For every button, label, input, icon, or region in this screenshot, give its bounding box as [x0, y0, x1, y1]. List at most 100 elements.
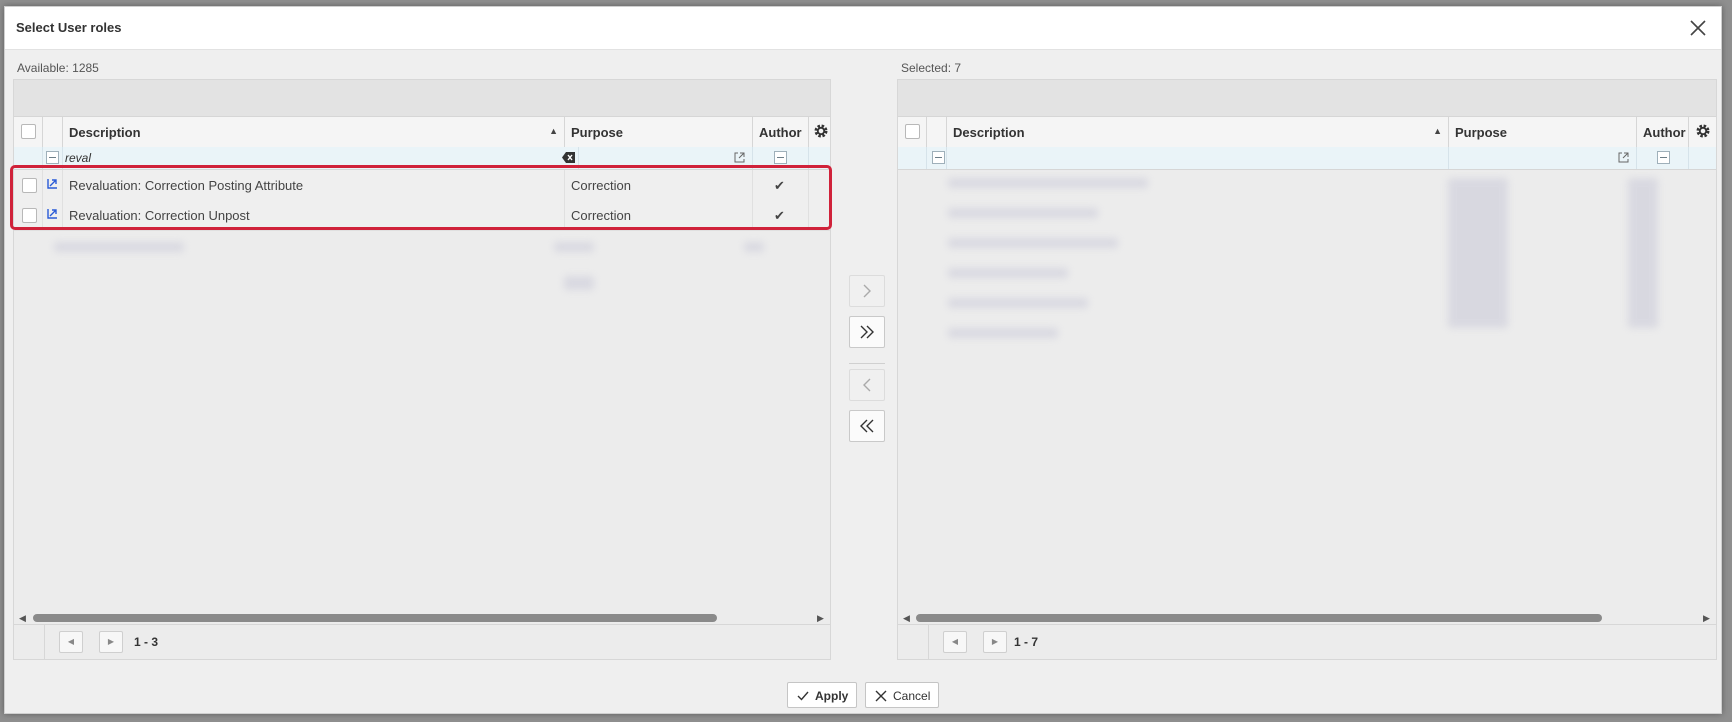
author-cell: ✔	[753, 170, 809, 200]
move-right-button[interactable]	[849, 275, 885, 307]
grid-toolbar	[898, 80, 1716, 116]
scroll-thumb[interactable]	[916, 614, 1602, 622]
filter-cell-icon	[927, 147, 947, 169]
move-all-left-button[interactable]	[849, 410, 885, 442]
blurred-content	[44, 236, 824, 296]
scroll-right-arrow[interactable]: ▶	[1703, 613, 1710, 624]
checkmark-icon: ✔	[774, 208, 785, 223]
row-checkbox[interactable]	[22, 208, 37, 223]
role-link-icon[interactable]	[47, 208, 58, 219]
description-column-header[interactable]: Description ▲	[947, 117, 1449, 147]
close-icon	[1690, 20, 1706, 36]
description-filter-cell	[947, 147, 1449, 169]
table-row[interactable]: Revaluation: Correction Posting Attribut…	[14, 170, 830, 201]
scroll-left-arrow[interactable]: ◀	[19, 613, 26, 624]
purpose-header-label: Purpose	[1455, 125, 1508, 140]
previous-page-button[interactable]: ◀	[59, 631, 83, 653]
description-column-header[interactable]: Description ▲	[63, 117, 565, 147]
apply-label: Apply	[815, 689, 849, 703]
available-count: Available: 1285	[17, 61, 99, 75]
dialog-title: Select User roles	[16, 20, 122, 35]
description-filter-cell	[63, 147, 579, 169]
close-button[interactable]	[1685, 15, 1711, 41]
select-all-checkbox[interactable]	[21, 124, 36, 139]
scroll-left-arrow[interactable]: ◀	[903, 613, 910, 624]
pager-divider	[44, 625, 45, 659]
purpose-column-header[interactable]: Purpose	[565, 117, 753, 147]
purpose-cell: Correction	[565, 200, 753, 230]
checkmark-icon: ✔	[774, 178, 785, 193]
filter-row	[14, 147, 830, 170]
role-link-icon[interactable]	[47, 178, 58, 189]
blurred-content	[928, 170, 1708, 370]
scroll-right-arrow[interactable]: ▶	[817, 613, 824, 624]
pager-range: 1 - 3	[134, 635, 159, 649]
grid-header: Description ▲ Purpose Author	[898, 116, 1716, 148]
dialog-header: Select User roles	[5, 7, 1721, 50]
author-filter-toggle[interactable]	[774, 151, 787, 164]
transfer-separator	[849, 363, 885, 364]
scroll-thumb[interactable]	[33, 614, 717, 622]
select-all-cell	[14, 117, 43, 147]
double-chevron-right-icon	[860, 325, 874, 339]
filter-operator-toggle[interactable]	[46, 151, 59, 164]
table-row[interactable]: Revaluation: Correction Unpost Correctio…	[14, 200, 830, 231]
selected-grid: Description ▲ Purpose Author ◀ ▶ ◀ ▶ 1 -…	[897, 79, 1717, 660]
description-cell: Revaluation: Correction Posting Attribut…	[63, 170, 565, 200]
clear-filter-icon[interactable]	[562, 152, 575, 163]
gear-icon[interactable]	[813, 123, 829, 139]
gear-icon[interactable]	[1695, 123, 1711, 139]
chevron-right-icon	[863, 284, 871, 298]
cancel-button[interactable]: Cancel	[865, 682, 939, 708]
filter-row	[898, 147, 1716, 170]
select-all-checkbox[interactable]	[905, 124, 920, 139]
row-select-cell	[14, 200, 43, 230]
previous-page-button[interactable]: ◀	[943, 631, 967, 653]
author-filter-cell	[753, 147, 809, 169]
sort-ascending-icon: ▲	[549, 126, 558, 136]
double-chevron-left-icon	[860, 419, 874, 433]
author-header-label: Author	[1643, 125, 1686, 140]
row-checkbox[interactable]	[22, 178, 37, 193]
selected-count: Selected: 7	[901, 61, 962, 75]
cancel-label: Cancel	[893, 689, 931, 703]
next-page-button[interactable]: ▶	[99, 631, 123, 653]
description-filter-input[interactable]	[65, 150, 545, 166]
description-header-label: Description	[69, 125, 141, 140]
description-cell: Revaluation: Correction Unpost	[63, 200, 565, 230]
purpose-column-header[interactable]: Purpose	[1449, 117, 1637, 147]
move-all-right-button[interactable]	[849, 316, 885, 348]
next-page-button[interactable]: ▶	[983, 631, 1007, 653]
available-grid: Description ▲ Purpose Author reval Reval…	[10, 79, 832, 660]
apply-button[interactable]: Apply	[787, 682, 857, 708]
sort-ascending-icon: ▲	[1433, 126, 1442, 136]
select-user-roles-dialog: Select User roles Available: 1285 Descri…	[4, 6, 1722, 714]
pager-range: 1 - 7	[1014, 635, 1039, 649]
pager: ◀ ▶ 1 - 7	[898, 624, 1716, 659]
horizontal-scrollbar[interactable]: ◀ ▶	[898, 611, 1716, 625]
description-filter-input[interactable]	[949, 150, 1439, 166]
chevron-left-icon	[863, 378, 871, 392]
icon-column-header	[43, 117, 63, 147]
horizontal-scrollbar[interactable]: ◀ ▶	[14, 611, 830, 625]
grid-header: Description ▲ Purpose Author	[14, 116, 830, 148]
author-column-header[interactable]: Author	[1637, 117, 1689, 147]
select-all-cell	[898, 117, 927, 147]
move-left-button[interactable]	[849, 369, 885, 401]
author-filter-cell	[1637, 147, 1689, 169]
filter-cell-select	[14, 147, 43, 169]
author-column-header[interactable]: Author	[753, 117, 809, 147]
purpose-filter-cell[interactable]	[579, 147, 753, 169]
row-select-cell	[14, 170, 43, 200]
pager-divider	[928, 625, 929, 659]
author-header-label: Author	[759, 125, 802, 140]
purpose-filter-cell[interactable]	[1449, 147, 1637, 169]
popout-icon[interactable]	[1617, 151, 1630, 164]
row-description: Revaluation: Correction Posting Attribut…	[69, 178, 304, 193]
row-purpose: Correction	[571, 208, 631, 223]
filter-cell-icon	[43, 147, 63, 169]
row-description: Revaluation: Correction Unpost	[69, 208, 250, 223]
popout-icon[interactable]	[733, 151, 746, 164]
x-icon	[875, 690, 887, 702]
author-filter-toggle[interactable]	[1657, 151, 1670, 164]
